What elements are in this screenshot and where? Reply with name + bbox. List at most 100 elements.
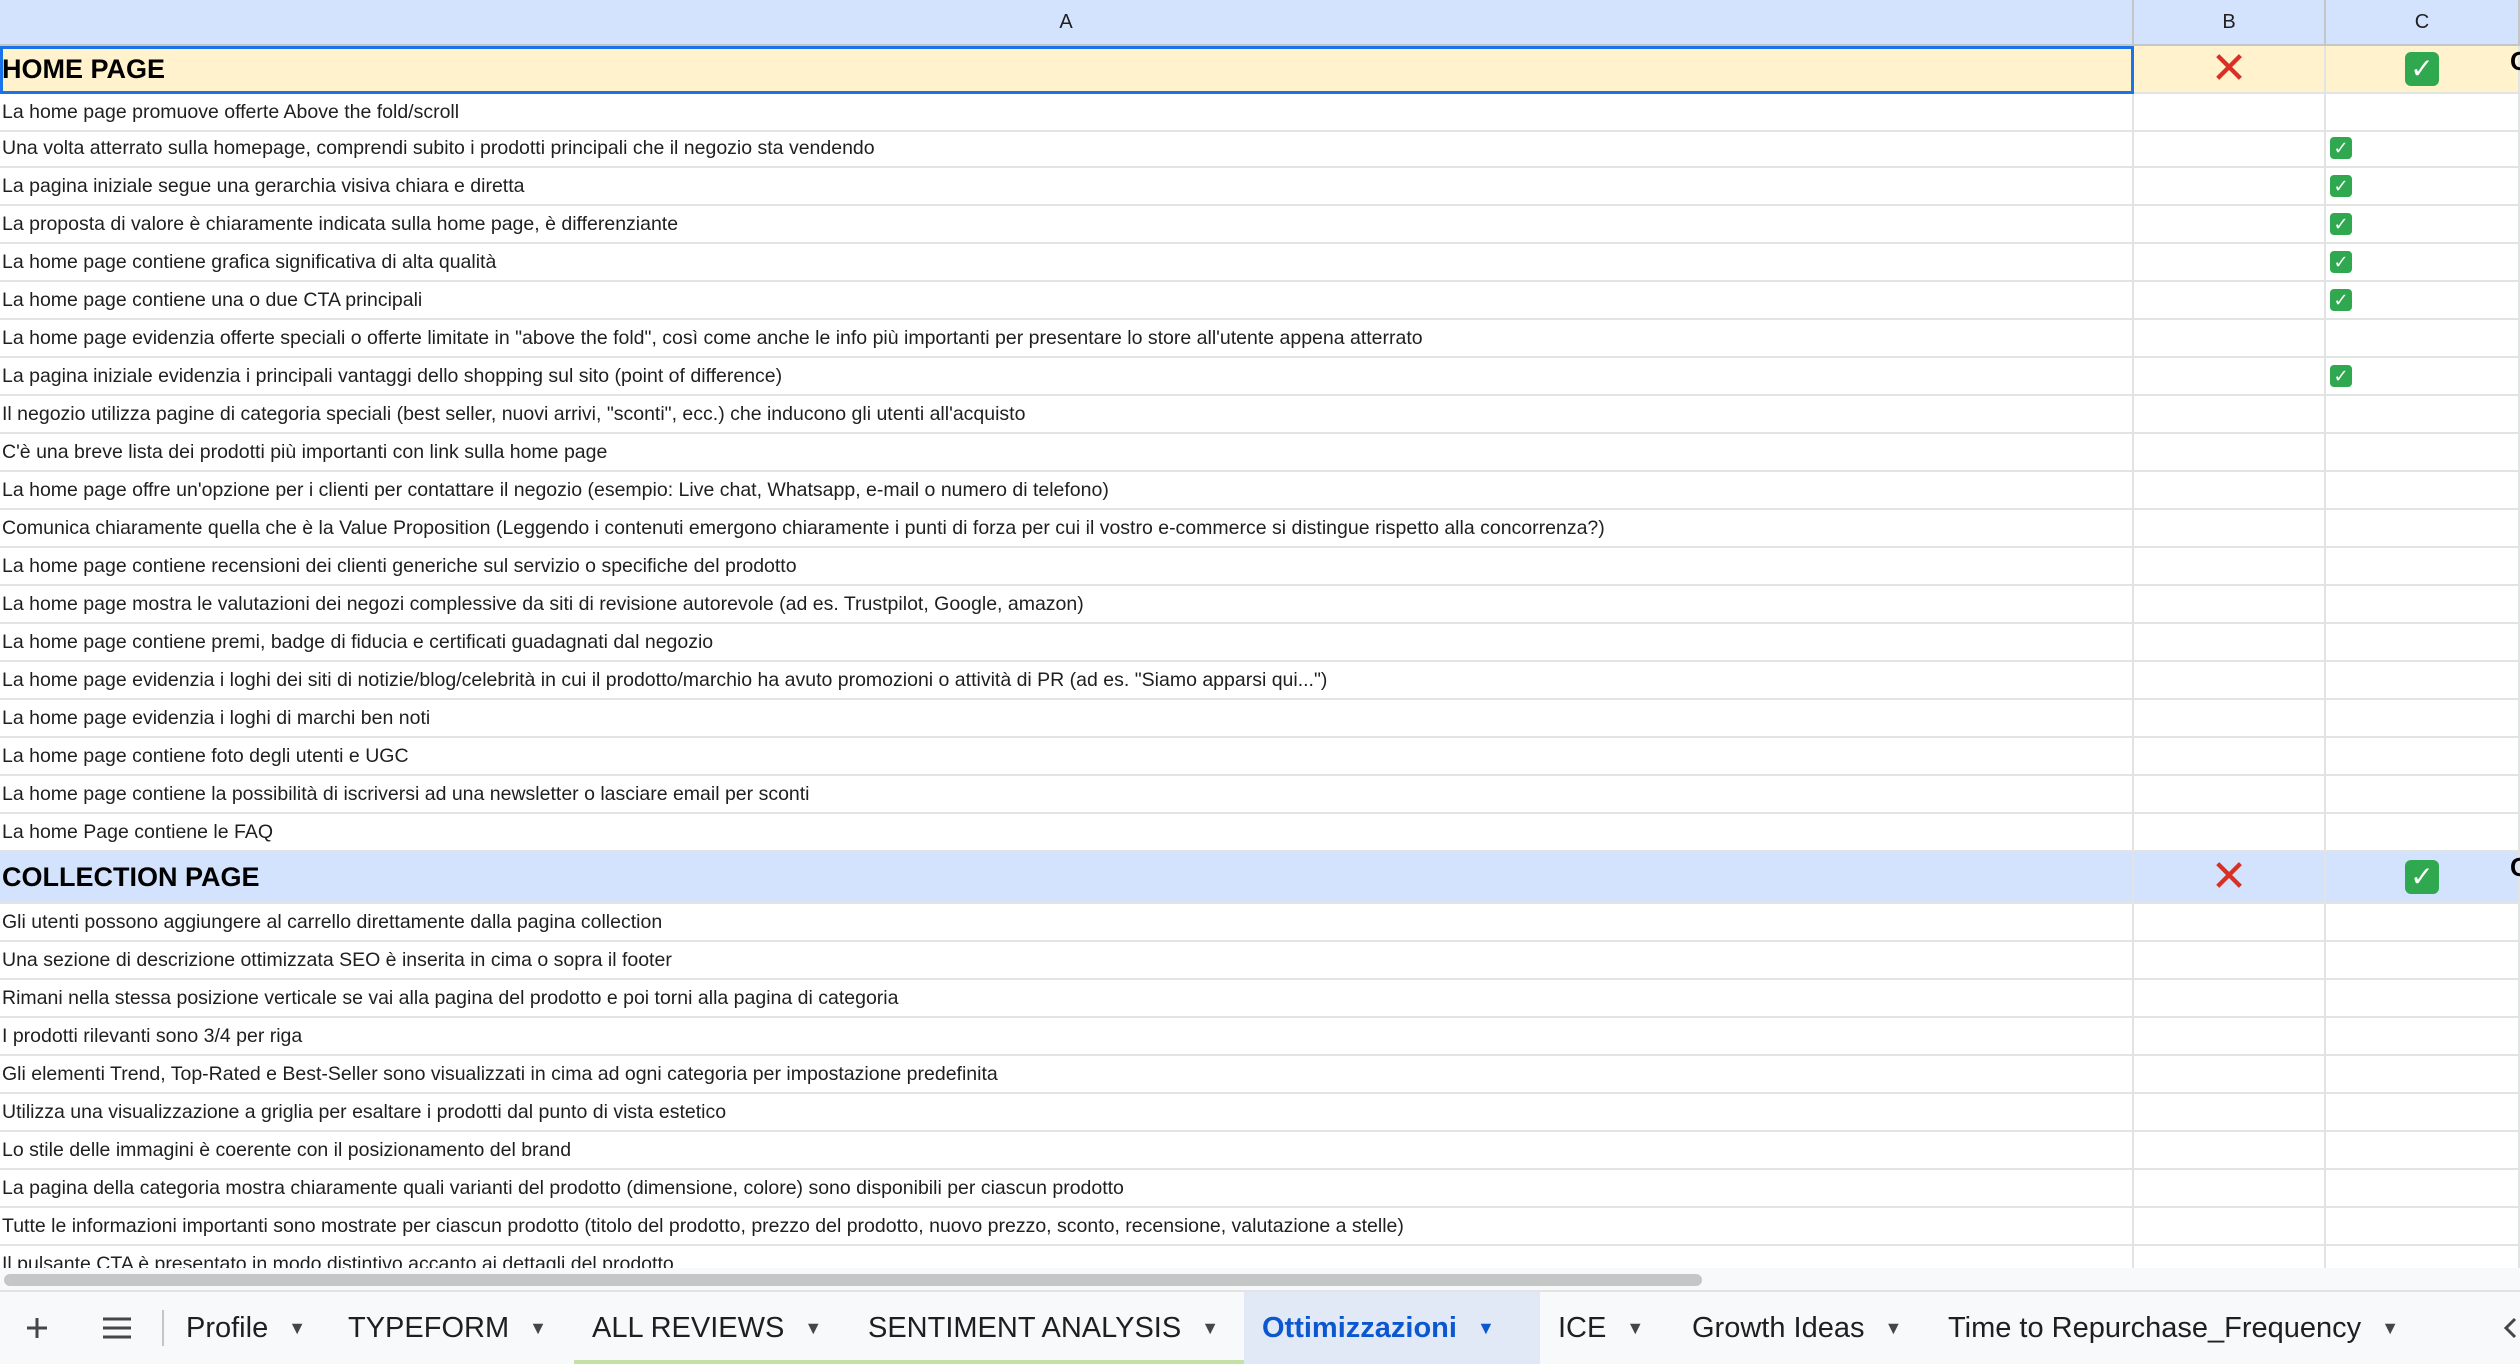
checklist-item-cell[interactable]: Rimani nella stessa posizione verticale …: [0, 980, 2134, 1018]
status-cell-c[interactable]: [2326, 980, 2520, 1018]
checklist-item-cell[interactable]: La home page evidenzia offerte speciali …: [0, 320, 2134, 358]
column-header-a[interactable]: A: [0, 0, 2134, 46]
status-cell-c[interactable]: [2326, 942, 2520, 980]
sheet-tab[interactable]: SENTIMENT ANALYSIS ▼: [850, 1292, 1244, 1364]
checklist-item-cell[interactable]: La pagina iniziale segue una gerarchia v…: [0, 168, 2134, 206]
status-cell-c[interactable]: [2326, 624, 2520, 662]
chevron-left-icon[interactable]: [2500, 1292, 2520, 1364]
checklist-item-cell[interactable]: La home page evidenzia i loghi dei siti …: [0, 662, 2134, 700]
status-cell-b[interactable]: [2134, 510, 2326, 548]
checklist-item-cell[interactable]: La home page contiene premi, badge di fi…: [0, 624, 2134, 662]
status-cell-c[interactable]: [2326, 472, 2520, 510]
status-cell-b[interactable]: [2134, 130, 2326, 168]
sheet-tab[interactable]: Growth Ideas ▼: [1674, 1292, 1930, 1364]
status-cell-c[interactable]: ✓: [2326, 206, 2520, 244]
status-cell-b[interactable]: [2134, 1132, 2326, 1170]
chevron-down-icon[interactable]: ▼: [2381, 1318, 2399, 1339]
hamburger-icon[interactable]: [92, 1292, 142, 1364]
status-cell-b[interactable]: [2134, 358, 2326, 396]
status-cell-c[interactable]: [2326, 904, 2520, 942]
status-cell-b[interactable]: ✕: [2134, 46, 2326, 94]
status-cell-c[interactable]: [2326, 1056, 2520, 1094]
status-cell-b[interactable]: [2134, 472, 2326, 510]
checklist-item-cell[interactable]: La home page promuove offerte Above the …: [0, 94, 2134, 132]
sheet-tab[interactable]: Profile ▼: [168, 1292, 318, 1364]
status-cell-c[interactable]: ✓: [2326, 282, 2520, 320]
checklist-item-cell[interactable]: La pagina della categoria mostra chiaram…: [0, 1170, 2134, 1208]
status-cell-c[interactable]: [2326, 510, 2520, 548]
chevron-down-icon[interactable]: ▼: [288, 1318, 306, 1339]
status-cell-b[interactable]: [2134, 738, 2326, 776]
sheet-tab[interactable]: ICE ▼: [1540, 1292, 1674, 1364]
checklist-item-cell[interactable]: Il pulsante CTA è presentato in modo dis…: [0, 1246, 2134, 1268]
checklist-item-cell[interactable]: C'è una breve lista dei prodotti più imp…: [0, 434, 2134, 472]
status-cell-c[interactable]: ✓: [2326, 46, 2520, 94]
status-cell-c[interactable]: ✓: [2326, 130, 2520, 168]
status-cell-b[interactable]: [2134, 244, 2326, 282]
sheet-tab[interactable]: TYPEFORM ▼: [330, 1292, 566, 1364]
status-cell-b[interactable]: [2134, 548, 2326, 586]
checklist-item-cell[interactable]: La proposta di valore è chiaramente indi…: [0, 206, 2134, 244]
checklist-item-cell[interactable]: I prodotti rilevanti sono 3/4 per riga: [0, 1018, 2134, 1056]
sheet-tab[interactable]: ALL REVIEWS ▼: [574, 1292, 850, 1364]
status-cell-c[interactable]: [2326, 1208, 2520, 1246]
checklist-item-cell[interactable]: Utilizza una visualizzazione a griglia p…: [0, 1094, 2134, 1132]
status-cell-b[interactable]: [2134, 1018, 2326, 1056]
status-cell-c[interactable]: [2326, 1094, 2520, 1132]
checklist-item-cell[interactable]: La home page contiene la possibilità di …: [0, 776, 2134, 814]
sheet-tab[interactable]: Time to Repurchase_Frequency ▼: [1930, 1292, 2480, 1364]
status-cell-b[interactable]: [2134, 1170, 2326, 1208]
status-cell-c[interactable]: [2326, 396, 2520, 434]
chevron-down-icon[interactable]: ▼: [1626, 1318, 1644, 1339]
status-cell-c[interactable]: [2326, 814, 2520, 852]
status-cell-c[interactable]: ✓: [2326, 852, 2520, 904]
status-cell-b[interactable]: ✕: [2134, 852, 2326, 904]
checklist-item-cell[interactable]: Comunica chiaramente quella che è la Val…: [0, 510, 2134, 548]
scrollbar-thumb[interactable]: [4, 1274, 1702, 1286]
section-title-cell[interactable]: COLLECTION PAGE: [0, 852, 2134, 904]
checklist-item-cell[interactable]: La home page contiene foto degli utenti …: [0, 738, 2134, 776]
status-cell-c[interactable]: [2326, 320, 2520, 358]
checklist-item-cell[interactable]: La home page contiene recensioni dei cli…: [0, 548, 2134, 586]
status-cell-b[interactable]: [2134, 206, 2326, 244]
checklist-item-cell[interactable]: La home Page contiene le FAQ: [0, 814, 2134, 852]
checklist-item-cell[interactable]: Tutte le informazioni importanti sono mo…: [0, 1208, 2134, 1246]
status-cell-b[interactable]: [2134, 904, 2326, 942]
status-cell-b[interactable]: [2134, 1208, 2326, 1246]
checklist-item-cell[interactable]: La home page offre un'opzione per i clie…: [0, 472, 2134, 510]
checklist-item-cell[interactable]: La home page contiene una o due CTA prin…: [0, 282, 2134, 320]
chevron-down-icon[interactable]: ▼: [1884, 1318, 1902, 1339]
chevron-down-icon[interactable]: ▼: [804, 1318, 822, 1339]
status-cell-b[interactable]: [2134, 320, 2326, 358]
checklist-item-cell[interactable]: La home page mostra le valutazioni dei n…: [0, 586, 2134, 624]
status-cell-b[interactable]: [2134, 396, 2326, 434]
status-cell-b[interactable]: [2134, 586, 2326, 624]
status-cell-c[interactable]: [2326, 1018, 2520, 1056]
status-cell-b[interactable]: [2134, 282, 2326, 320]
status-cell-c[interactable]: [2326, 1246, 2520, 1268]
chevron-down-icon[interactable]: ▼: [1477, 1318, 1495, 1339]
column-header-b[interactable]: B: [2134, 0, 2326, 46]
checklist-item-cell[interactable]: Il negozio utilizza pagine di categoria …: [0, 396, 2134, 434]
status-cell-b[interactable]: [2134, 980, 2326, 1018]
column-header-c[interactable]: C: [2326, 0, 2520, 46]
chevron-down-icon[interactable]: ▼: [529, 1318, 547, 1339]
horizontal-scrollbar[interactable]: [0, 1268, 2520, 1290]
status-cell-c[interactable]: [2326, 434, 2520, 472]
checklist-item-cell[interactable]: Gli elementi Trend, Top-Rated e Best-Sel…: [0, 1056, 2134, 1094]
status-cell-c[interactable]: [2326, 738, 2520, 776]
checklist-item-cell[interactable]: Gli utenti possono aggiungere al carrell…: [0, 904, 2134, 942]
section-title-cell[interactable]: HOME PAGE: [0, 46, 2134, 94]
status-cell-c[interactable]: ✓: [2326, 358, 2520, 396]
chevron-down-icon[interactable]: ▼: [1201, 1318, 1219, 1339]
status-cell-b[interactable]: [2134, 1246, 2326, 1268]
status-cell-c[interactable]: [2326, 700, 2520, 738]
status-cell-b[interactable]: [2134, 94, 2326, 132]
status-cell-c[interactable]: [2326, 94, 2520, 132]
sheet-tab[interactable]: Ottimizzazioni ▼: [1244, 1292, 1540, 1364]
status-cell-b[interactable]: [2134, 942, 2326, 980]
checklist-item-cell[interactable]: La home page evidenzia i loghi di marchi…: [0, 700, 2134, 738]
status-cell-b[interactable]: [2134, 814, 2326, 852]
plus-icon[interactable]: [12, 1292, 62, 1364]
checklist-item-cell[interactable]: Lo stile delle immagini è coerente con i…: [0, 1132, 2134, 1170]
